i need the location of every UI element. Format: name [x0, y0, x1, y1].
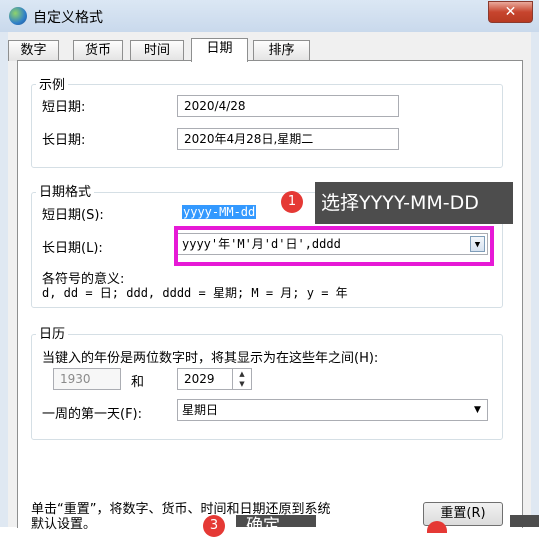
first-day-value: 星期日 — [182, 403, 219, 417]
and-label: 和 — [131, 375, 145, 390]
tab-number[interactable]: 数字 — [8, 40, 59, 61]
close-button[interactable]: ✕ — [488, 1, 533, 23]
example-group-title: 示例 — [36, 74, 69, 93]
tab-date[interactable]: 日期 — [191, 38, 248, 62]
tab-sort[interactable]: 排序 — [253, 40, 310, 61]
example-short-value: 2020/4/28 — [177, 95, 399, 117]
short-date-label: 短日期(S): — [42, 208, 104, 223]
dark-corner-bar — [510, 515, 539, 527]
spin-down-icon[interactable]: ▼ — [233, 379, 251, 389]
first-day-combo[interactable]: 星期日 ▼ — [177, 399, 488, 421]
title-bar: 自定义格式 ✕ — [0, 0, 539, 32]
spin-up-icon[interactable]: ▲ — [233, 369, 251, 379]
highlight-box — [174, 226, 494, 266]
year-to-field[interactable]: 2029 — [177, 368, 233, 390]
long-date-label: 长日期(L): — [42, 241, 103, 256]
custom-format-dialog: 自定义格式 ✕ 数字 货币 时间 日期 排序 示例 短日期: 2020/4/28… — [0, 0, 539, 537]
symbol-meaning-text: d, dd = 日; ddd, dddd = 星期; M = 月; y = 年 — [42, 286, 348, 300]
globe-icon — [9, 7, 27, 25]
first-day-label: 一周的第一天(F): — [42, 407, 143, 422]
step-1-badge: 1 — [281, 191, 303, 213]
step-3-callout: 确定 — [236, 515, 316, 536]
two-digit-year-text: 当键入的年份是两位数字时，将其显示为在这些年之间(H): — [42, 351, 379, 366]
example-long-label: 长日期: — [42, 133, 86, 148]
date-format-group-title: 日期格式 — [36, 181, 95, 200]
year-from-field: 1930 — [53, 368, 121, 390]
step-3-callout-text: 确定 — [246, 516, 280, 536]
example-long-value: 2020年4月28日,星期二 — [177, 128, 399, 150]
reset-description-line2: 默认设置。 — [31, 517, 97, 532]
step-1-callout: 选择YYYY-MM-DD — [315, 182, 513, 224]
year-spinner[interactable]: ▲ ▼ — [232, 368, 252, 390]
tab-time[interactable]: 时间 — [130, 40, 184, 61]
window-title: 自定义格式 — [33, 10, 103, 26]
calendar-group-title: 日历 — [36, 323, 69, 342]
chevron-down-icon[interactable]: ▼ — [470, 402, 485, 418]
tab-currency[interactable]: 货币 — [73, 40, 123, 61]
short-date-value: yyyy-MM-dd — [182, 205, 257, 219]
step-3-badge: 3 — [203, 515, 225, 537]
example-short-label: 短日期: — [42, 100, 86, 115]
